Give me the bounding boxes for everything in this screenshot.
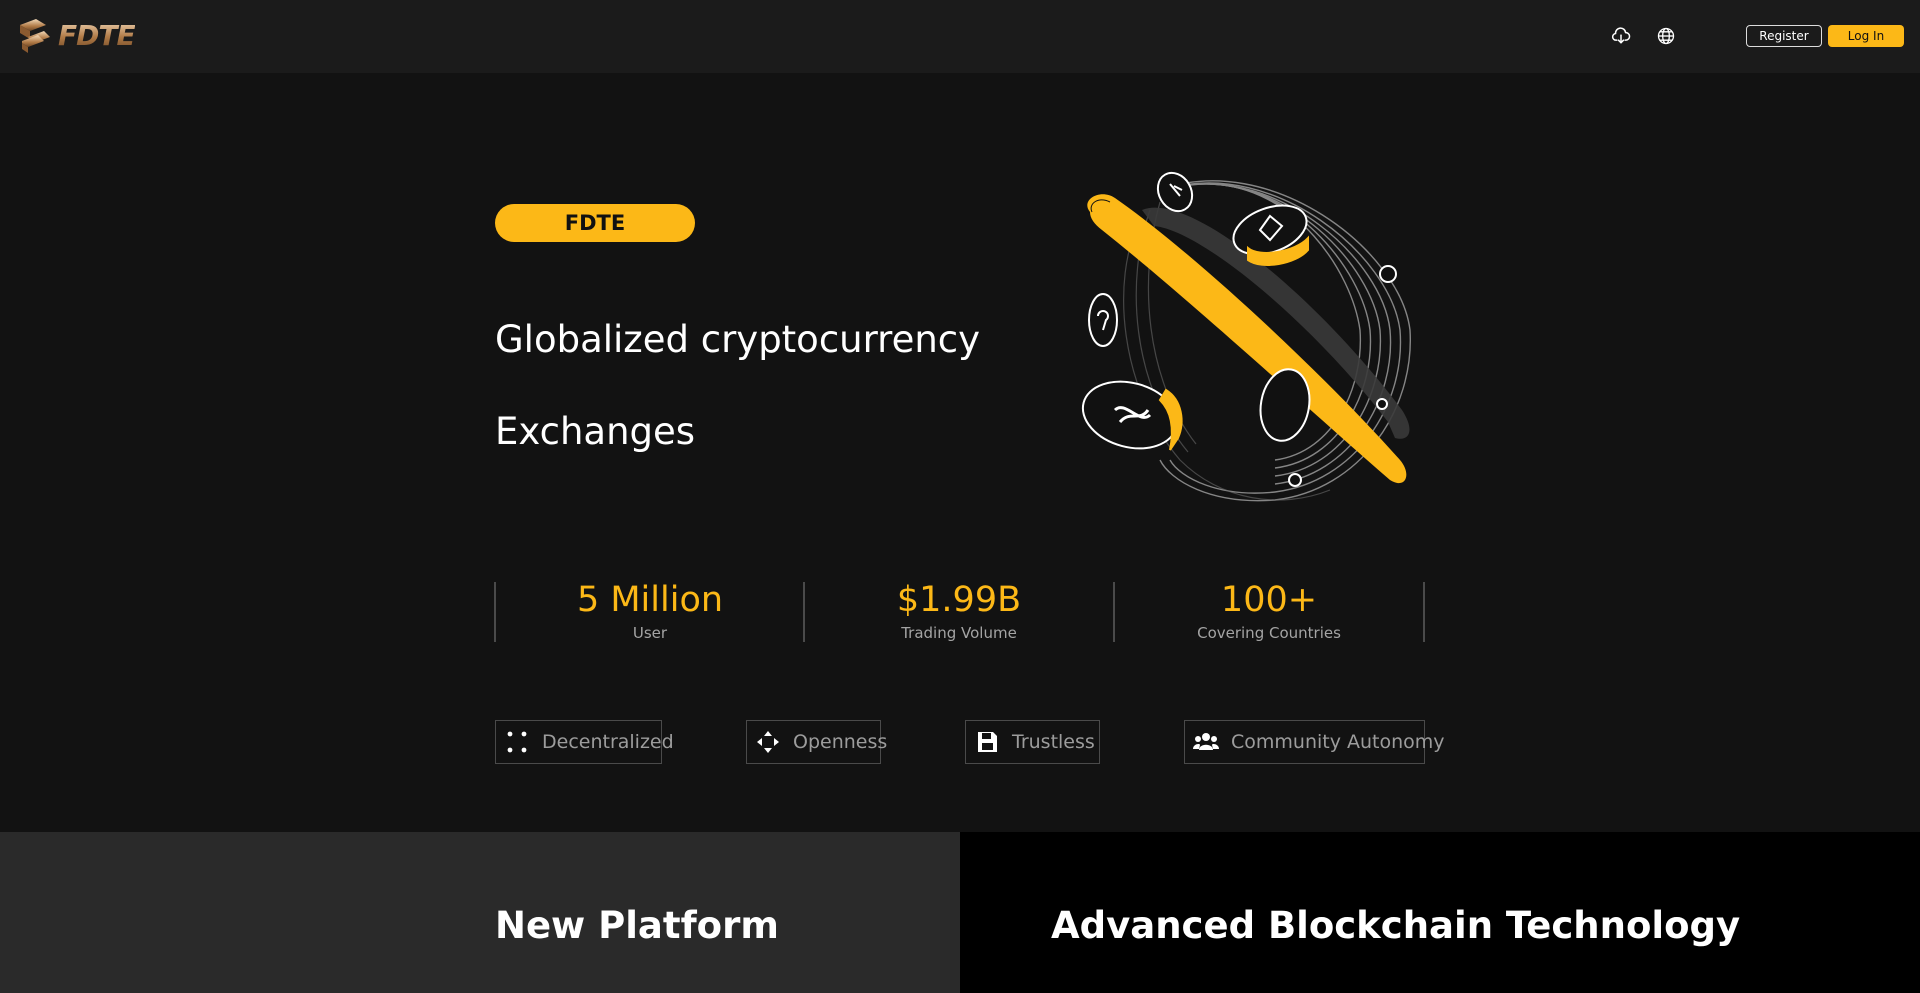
stat-divider bbox=[1423, 582, 1425, 642]
feature-trustless: Trustless bbox=[965, 720, 1100, 764]
new-platform-panel: New Platform bbox=[0, 832, 960, 993]
hero-headline-line1: Globalized cryptocurrency bbox=[495, 318, 981, 361]
stat-value: 5 Million bbox=[576, 580, 724, 620]
logo-text: FDTE bbox=[58, 18, 136, 52]
stat-label: Covering Countries bbox=[1197, 624, 1341, 642]
login-button[interactable]: Log In bbox=[1828, 25, 1904, 47]
stat-value: 100+ bbox=[1220, 580, 1318, 620]
panel-title: Advanced Blockchain Technology bbox=[1051, 904, 1741, 947]
feature-community-autonomy: Community Autonomy bbox=[1184, 720, 1445, 764]
decentralized-dots-icon bbox=[507, 731, 527, 753]
blockchain-tech-panel: Advanced Blockchain Technology bbox=[960, 832, 1920, 993]
panel-title: New Platform bbox=[495, 904, 779, 947]
logo-mark-icon bbox=[20, 19, 50, 53]
brand-badge: FDTE bbox=[495, 204, 695, 242]
feature-label: Community Autonomy bbox=[1231, 731, 1445, 753]
openness-arrows-icon bbox=[757, 731, 779, 753]
cloud-download-icon[interactable] bbox=[1611, 26, 1631, 46]
feature-decentralized: Decentralized bbox=[495, 720, 674, 764]
stat-covering-countries: 100+ Covering Countries bbox=[1114, 582, 1424, 642]
brand-logo[interactable]: FDTE bbox=[14, 14, 136, 56]
stat-trading-volume: $1.99B Trading Volume bbox=[804, 582, 1114, 642]
feature-label: Decentralized bbox=[542, 731, 674, 753]
save-disk-icon bbox=[978, 732, 997, 752]
top-header: FDTE Register Log In bbox=[0, 0, 1920, 73]
stat-value: $1.99B bbox=[896, 580, 1022, 620]
stat-users: 5 Million User bbox=[495, 582, 805, 642]
stat-label: Trading Volume bbox=[901, 624, 1017, 642]
globe-icon[interactable] bbox=[1656, 26, 1676, 46]
register-button[interactable]: Register bbox=[1746, 25, 1822, 47]
stat-label: User bbox=[632, 624, 668, 642]
hero-headline-line2: Exchanges bbox=[495, 410, 696, 453]
crypto-globe-illustration bbox=[1081, 171, 1411, 502]
feature-label: Openness bbox=[793, 731, 888, 753]
feature-openness: Openness bbox=[746, 720, 887, 764]
users-group-icon bbox=[1193, 733, 1219, 750]
feature-label: Trustless bbox=[1012, 731, 1095, 753]
